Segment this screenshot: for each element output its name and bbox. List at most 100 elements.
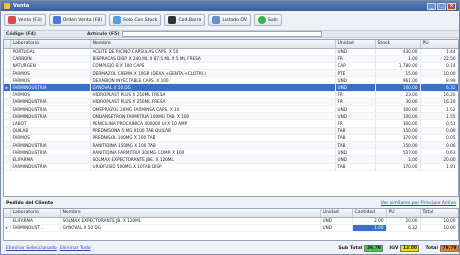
cell-pu: 0.63 <box>420 148 458 157</box>
cell-stock: 100.00 <box>375 112 421 121</box>
cell-stock: 1,780.00 <box>375 62 421 71</box>
eliminar-seleccionado-link[interactable]: Eliminar Seleccionado <box>6 246 57 251</box>
cell-laboratorio: LABOT <box>10 119 91 128</box>
cell-nombre: BISPRACAS DISP. X 240 ML X 87.5 ML X 5 M… <box>90 55 336 63</box>
cell-unidad: UND <box>335 83 376 92</box>
cell-stock: 150.00 <box>375 127 421 135</box>
col-unidad[interactable]: Unidad <box>335 40 376 49</box>
order-col-unidad[interactable]: Unidad <box>320 209 353 218</box>
product-row[interactable]: NATURGEN COMPLEJO B X 100 CAPS CAP 1,780.00… <box>4 62 458 71</box>
order-col-pu[interactable]: PU <box>386 209 421 218</box>
cell-stock: 15.00 <box>375 69 421 78</box>
cell-laboratorio: FARMINDUSTRIA <box>10 98 91 107</box>
product-row[interactable]: CARBOIN BISPRACAS DISP. X 240 ML X 87.5 M… <box>4 55 458 63</box>
order-cell-cantidad[interactable]: 2.00 <box>352 217 387 225</box>
stock-icon <box>113 16 122 24</box>
product-row[interactable]: ▸ FARMINDUSTRIA GYNOVAL X 50 DG UND 100.00 6.… <box>4 83 458 92</box>
cell-stock: 150.00 <box>375 141 421 150</box>
order-row[interactable]: ELIFARMA SOLMAX EXPECTORANTE JB. X 120ML U… <box>4 217 458 225</box>
cell-laboratorio: CARBOIN <box>10 55 91 63</box>
col-nombre[interactable]: Nombre <box>90 40 336 49</box>
listado-ov-button[interactable]: Listado OV <box>208 14 252 26</box>
cell-stock: 1.00 <box>375 55 421 63</box>
order-cell-cantidad[interactable]: 1.00 <box>352 224 387 232</box>
product-row[interactable]: LABOT PENICILINA PROCAINICA 400000 UI X 1… <box>4 119 458 128</box>
col-laboratorio[interactable]: Laboratorio <box>10 40 91 49</box>
codigo-barra-button[interactable]: Cod.Barra <box>164 14 206 26</box>
product-row[interactable]: FARMINDUSTRIA ONDANSETRON FARMITRIA 100MG… <box>4 112 458 121</box>
product-row[interactable]: PORTUGAL ACEITE DE RICINO CAPSULAS CAPS. … <box>4 48 458 56</box>
product-row[interactable]: FARMOS PREDNISOL 100MG X 100 TAB TAB 370.00… <box>4 134 458 142</box>
venta-button[interactable]: Venta (F3) <box>4 14 46 26</box>
cell-pu: 1.52 <box>420 105 458 114</box>
product-row[interactable]: FARMOS DERMAZOL CREMA X 10GR (DEXA.+GENTA… <box>4 69 458 78</box>
order-header: Pedido del Cliente Ver similares por Pri… <box>3 199 459 207</box>
cell-laboratorio: FARMINDUSTRIA <box>10 163 91 171</box>
list-icon <box>212 16 221 24</box>
order-col-cantidad[interactable]: Cantidad <box>352 209 387 218</box>
cell-laboratorio: NATURGEN <box>10 62 91 71</box>
order-cell-laboratorio: FARMINDUST... <box>10 224 61 232</box>
product-row[interactable]: FARMOS DEXABION INYECTABLE CAPS. X 100 UND… <box>4 76 458 85</box>
subtotal-value: 36.79 <box>364 245 384 252</box>
cell-pu: 0.51 <box>420 119 458 128</box>
toolbar: Venta (F3) Orden Venta (F8) Solo Con Sto… <box>4 13 283 27</box>
cell-pu: 0.05 <box>420 134 458 142</box>
eliminar-todo-link[interactable]: Eliminar Todo <box>60 246 91 251</box>
cell-laboratorio: FARMINDUSTRIA <box>10 83 91 92</box>
cell-pu: 6.32 <box>420 83 458 92</box>
solo-stock-button[interactable]: Solo Con Stock <box>109 14 162 26</box>
cell-stock: 23.00 <box>375 91 421 99</box>
col-pu[interactable]: PU <box>420 40 458 49</box>
product-row[interactable]: FARMINDUSTRIA RANITIDINA FARMITRIA 300MG … <box>4 148 458 157</box>
product-row[interactable]: FARMOS HIDROPLAST PLUS X 250ML FRESA FR 23.… <box>4 91 458 99</box>
cell-unidad: TAB <box>335 127 376 135</box>
salir-button[interactable]: Salir <box>254 14 283 26</box>
cell-pu: 16.20 <box>420 91 458 99</box>
order-cell-pu: 6.32 <box>386 224 421 232</box>
cell-stock: 430.00 <box>375 48 421 56</box>
order-col-total[interactable]: Total <box>420 209 458 218</box>
cell-laboratorio: FARMINDUSTRIA <box>10 105 91 114</box>
product-row[interactable]: FARMINDUSTRIA HIDROPLAST PLUS X 250ML FRE… <box>4 98 458 107</box>
cell-unidad: TAB <box>335 141 376 150</box>
order-cell-total: 10.00 <box>420 217 458 225</box>
cell-laboratorio: QUILAB <box>10 127 91 135</box>
total-value: 79.79 <box>440 245 459 252</box>
search-row: Código (F4) Artículo (F5) <box>3 30 459 38</box>
minimize-button[interactable]: _ <box>427 2 436 10</box>
total-label: Total <box>425 246 438 251</box>
order-grid: Laboratorio Nombre Unidad Cantidad PU To… <box>3 208 459 241</box>
cart-icon <box>8 16 16 24</box>
product-row[interactable]: FARMINDUSTRIA URIOFUSID 500MG X 10TAB DIS… <box>4 163 458 171</box>
product-row[interactable]: ELIFARMA SOLMAX EXPECTORANTE JBE. X 120ML… <box>4 155 458 164</box>
articulo-input[interactable] <box>122 31 323 37</box>
cell-laboratorio: FARMOS <box>10 91 91 99</box>
cell-nombre: PENICILINA PROCAINICA 400000 UI X 10 AMP <box>90 119 336 128</box>
cell-laboratorio: PORTUGAL <box>10 48 91 56</box>
order-col-laboratorio[interactable]: Laboratorio <box>10 209 61 218</box>
cell-nombre: ONDANSETRON FARMITRIA 100MG TAB. X 100 <box>90 112 336 121</box>
footer: Eliminar Seleccionado Eliminar Todo Sub … <box>3 243 459 254</box>
sales-window: Venta _ □ × Venta (F3) Orden Venta (F8) … <box>0 0 460 255</box>
product-row[interactable]: QUILAB PREDNISONA 5 MG X100 TAB QUILAB TAB… <box>4 127 458 135</box>
orden-venta-button[interactable]: Orden Venta (F8) <box>48 14 107 26</box>
cell-nombre: COMPLEJO B X 100 CAPS <box>90 62 336 71</box>
order-cell-laboratorio: ELIFARMA <box>10 217 61 225</box>
col-stock[interactable]: Stock <box>375 40 421 49</box>
cell-laboratorio: FARMOS <box>10 69 91 78</box>
cell-unidad: FR <box>335 98 376 107</box>
product-row[interactable]: FARMINDUSTRIA OMEPRAZOL 20MG FARMINSA CAP… <box>4 105 458 114</box>
order-col-nombre[interactable]: Nombre <box>60 209 321 218</box>
cell-unidad: UND <box>335 155 376 164</box>
maximize-button[interactable]: □ <box>437 2 446 10</box>
app-icon <box>4 3 10 9</box>
similares-link[interactable]: Ver similares por Principio Activo <box>381 201 456 206</box>
close-button[interactable]: × <box>447 2 456 10</box>
cell-unidad: FR <box>335 55 376 63</box>
cell-laboratorio: FARMINDUSTRIA <box>10 112 91 121</box>
order-row[interactable]: ▸ FARMINDUST... GYNOVAL X 50 DG UND 1.00 6.32… <box>4 224 458 232</box>
cell-pu: 10.00 <box>420 69 458 78</box>
product-row[interactable]: FARMINDUSTRIA RANITIDINA 150MG X 100 TAB T… <box>4 141 458 150</box>
cell-unidad: TAB <box>335 163 376 171</box>
